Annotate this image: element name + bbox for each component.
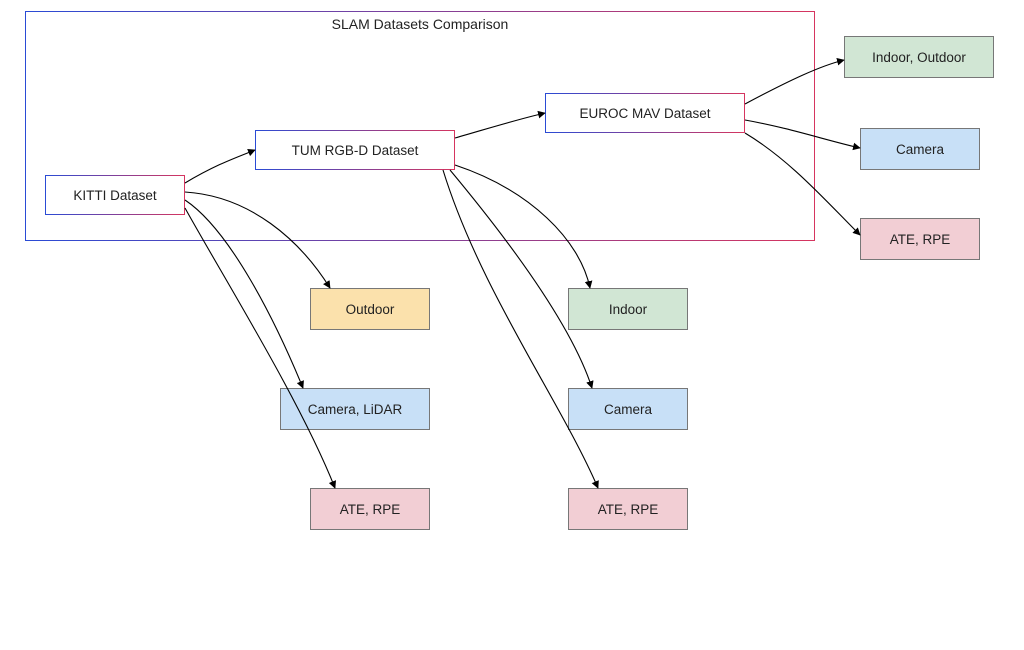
node-label: Camera, LiDAR: [308, 402, 403, 417]
node-kitti-sensor: Camera, LiDAR: [280, 388, 430, 430]
node-label: Indoor, Outdoor: [872, 50, 966, 65]
diagram-title: SLAM Datasets Comparison: [26, 16, 814, 32]
node-label: TUM RGB-D Dataset: [292, 143, 419, 158]
node-label: ATE, RPE: [890, 232, 951, 247]
edge-kitti-to-kitti_metric: [185, 208, 335, 488]
node-euroc-environment: Indoor, Outdoor: [844, 36, 994, 78]
node-euroc-metric: ATE, RPE: [860, 218, 980, 260]
node-label: Outdoor: [346, 302, 395, 317]
node-euroc-sensor: Camera: [860, 128, 980, 170]
node-kitti-dataset: KITTI Dataset: [45, 175, 185, 215]
node-kitti-metric: ATE, RPE: [310, 488, 430, 530]
node-label: Camera: [604, 402, 652, 417]
node-tum-metric: ATE, RPE: [568, 488, 688, 530]
node-label: EUROC MAV Dataset: [579, 106, 710, 121]
node-kitti-environment: Outdoor: [310, 288, 430, 330]
node-tum-environment: Indoor: [568, 288, 688, 330]
node-label: Indoor: [609, 302, 647, 317]
node-label: KITTI Dataset: [73, 188, 156, 203]
node-tum-sensor: Camera: [568, 388, 688, 430]
node-euroc-dataset: EUROC MAV Dataset: [545, 93, 745, 133]
node-tum-dataset: TUM RGB-D Dataset: [255, 130, 455, 170]
node-label: Camera: [896, 142, 944, 157]
node-label: ATE, RPE: [340, 502, 401, 517]
node-label: ATE, RPE: [598, 502, 659, 517]
